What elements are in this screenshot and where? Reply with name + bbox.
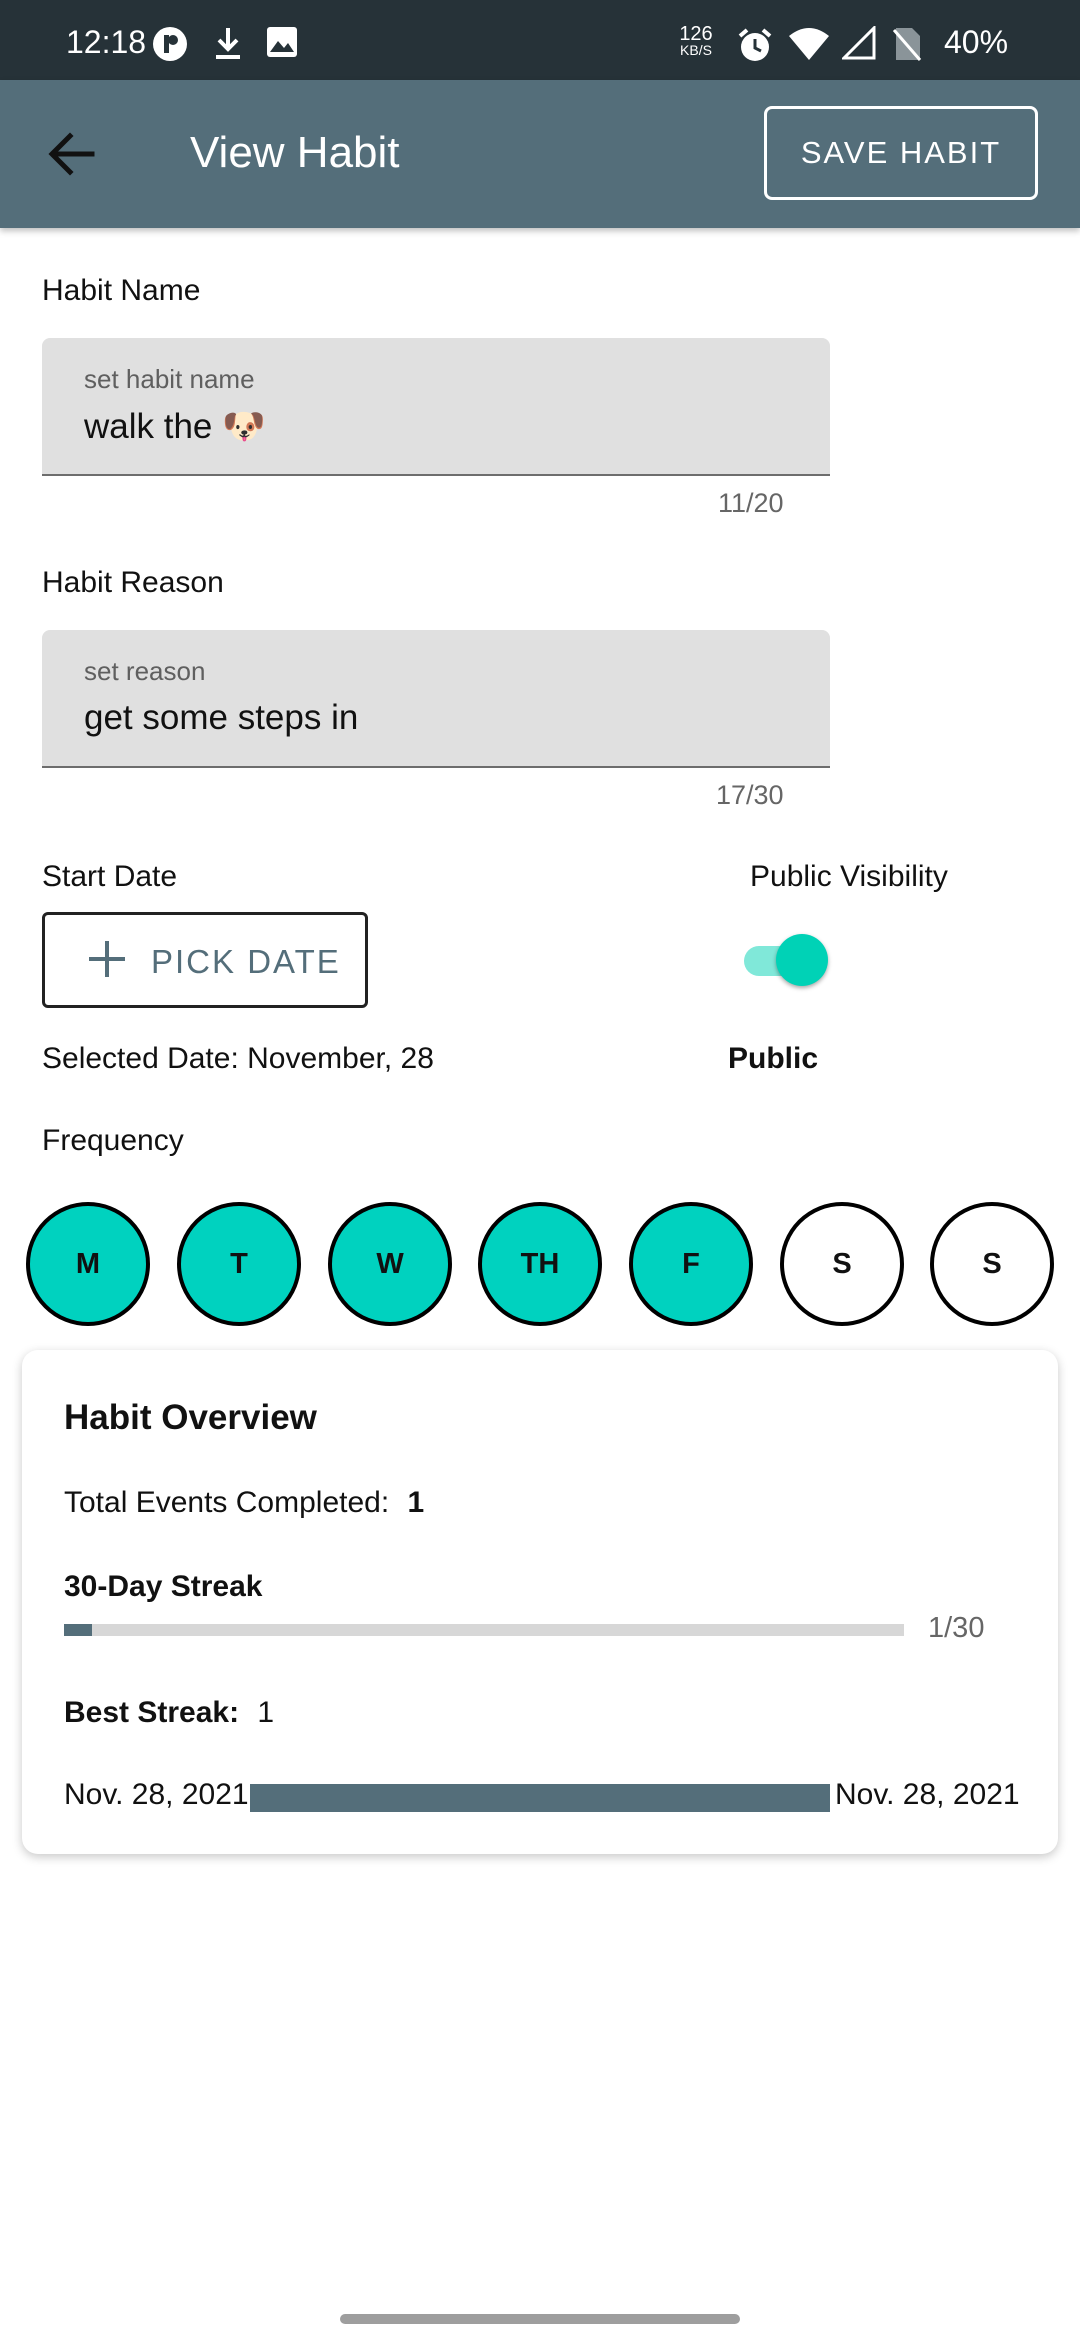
- streak-progress-bar: [64, 1624, 904, 1636]
- public-visibility-toggle[interactable]: [744, 932, 828, 990]
- day-toggle-monday[interactable]: M: [26, 1202, 150, 1326]
- habit-reason-input[interactable]: set reason get some steps in: [42, 630, 830, 768]
- selected-date-text: Selected Date: November, 28: [42, 1042, 434, 1075]
- frequency-label: Frequency: [42, 1124, 184, 1157]
- day-toggle-friday[interactable]: F: [629, 1202, 753, 1326]
- day-label: T: [230, 1247, 248, 1280]
- status-time: 12:18: [66, 24, 147, 60]
- toggle-thumb: [776, 934, 828, 986]
- alarm-icon: [738, 28, 772, 61]
- start-date-label: Start Date: [42, 860, 178, 893]
- page-title: View Habit: [190, 128, 400, 177]
- day-label: F: [682, 1247, 700, 1280]
- status-bar: 12:18 126 KB/S 40%: [0, 0, 1080, 80]
- no-sim-icon: [892, 28, 922, 61]
- streak-progress-text: 1/30: [928, 1612, 985, 1644]
- day-label: S: [832, 1247, 852, 1280]
- best-streak-value: 1: [257, 1696, 275, 1729]
- streak-label: 30-Day Streak: [64, 1570, 263, 1603]
- streak-progress-fill: [64, 1624, 92, 1636]
- pick-date-button[interactable]: PICK DATE: [42, 912, 368, 1008]
- best-streak-end-date: Nov. 28, 2021: [835, 1778, 1020, 1811]
- best-streak-label: Best Streak:: [64, 1696, 240, 1729]
- download-icon: [216, 28, 240, 59]
- best-streak-bar: [250, 1784, 830, 1812]
- day-toggle-sunday[interactable]: S: [930, 1202, 1054, 1326]
- habit-reason-counter: 17/30: [716, 780, 784, 810]
- plus-icon: [89, 941, 125, 977]
- habit-reason-label: Habit Reason: [42, 566, 224, 599]
- habit-name-value: walk the 🐶: [84, 407, 266, 446]
- gesture-nav-handle[interactable]: [340, 2314, 740, 2324]
- signal-icon: [842, 26, 876, 60]
- arrow-left-icon[interactable]: [44, 126, 100, 182]
- day-label: TH: [520, 1247, 560, 1280]
- day-toggle-tuesday[interactable]: T: [177, 1202, 301, 1326]
- day-toggle-saturday[interactable]: S: [780, 1202, 904, 1326]
- overview-title: Habit Overview: [64, 1398, 317, 1437]
- habit-reason-value: get some steps in: [84, 698, 359, 737]
- visibility-state-text: Public: [728, 1042, 819, 1075]
- day-toggle-wednesday[interactable]: W: [328, 1202, 452, 1326]
- network-speed-unit: KB/S: [680, 42, 712, 58]
- network-speed-value: 126: [679, 23, 713, 45]
- day-toggle-thursday[interactable]: TH: [478, 1202, 602, 1326]
- day-label: W: [376, 1247, 404, 1280]
- habit-name-input[interactable]: set habit name walk the 🐶: [42, 338, 830, 476]
- best-streak-start-date: Nov. 28, 2021: [64, 1778, 249, 1811]
- battery-percent: 40%: [944, 24, 1009, 60]
- habit-name-placeholder: set habit name: [84, 364, 255, 394]
- habit-name-label: Habit Name: [42, 274, 201, 307]
- habit-overview-card: Habit Overview Total Events Completed: 1…: [22, 1350, 1058, 1854]
- habit-reason-placeholder: set reason: [84, 656, 206, 686]
- best-streak-row: Best Streak: 1: [64, 1696, 274, 1730]
- day-label: S: [982, 1247, 1002, 1280]
- network-speed: 126 KB/S: [676, 23, 716, 58]
- total-events-value: 1: [407, 1486, 425, 1519]
- total-events-row: Total Events Completed: 1: [64, 1486, 424, 1520]
- pick-date-label: PICK DATE: [151, 943, 341, 980]
- image-icon: [267, 27, 297, 57]
- day-label: M: [75, 1247, 101, 1280]
- total-events-label: Total Events Completed:: [64, 1486, 390, 1519]
- app-bar: View Habit SAVE HABIT: [0, 80, 1080, 228]
- app-notification-icon: [153, 27, 187, 61]
- wifi-icon: [789, 28, 829, 60]
- save-habit-button[interactable]: SAVE HABIT: [764, 106, 1038, 200]
- habit-name-counter: 11/20: [718, 488, 784, 518]
- public-visibility-label: Public Visibility: [750, 860, 948, 893]
